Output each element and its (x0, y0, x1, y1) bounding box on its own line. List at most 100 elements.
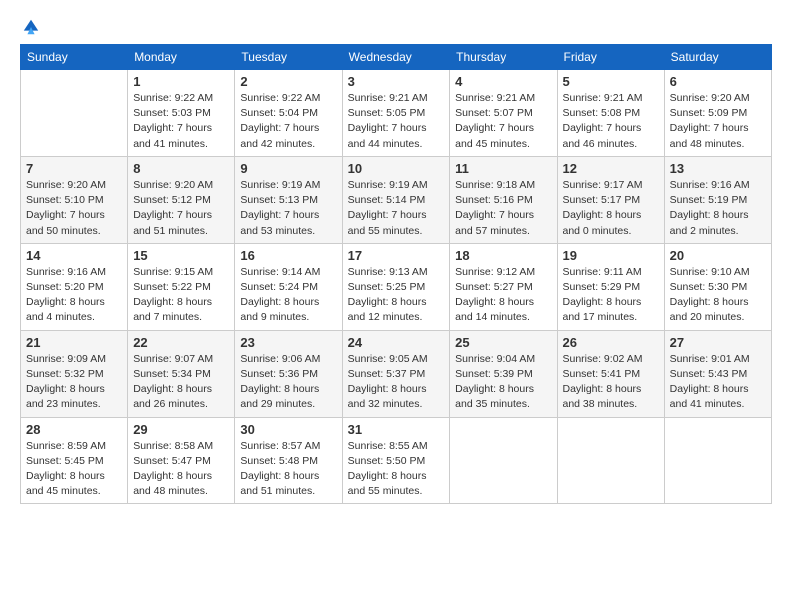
day-number: 2 (240, 74, 336, 89)
day-info: Sunrise: 9:21 AM Sunset: 5:07 PM Dayligh… (455, 91, 551, 152)
day-info: Sunrise: 8:55 AM Sunset: 5:50 PM Dayligh… (348, 439, 445, 500)
day-info: Sunrise: 9:21 AM Sunset: 5:08 PM Dayligh… (563, 91, 659, 152)
day-number: 16 (240, 248, 336, 263)
calendar-cell: 15 Sunrise: 9:15 AM Sunset: 5:22 PM Dayli… (128, 243, 235, 330)
week-row-1: 1 Sunrise: 9:22 AM Sunset: 5:03 PM Daylig… (21, 70, 772, 157)
day-number: 8 (133, 161, 229, 176)
calendar-cell: 5 Sunrise: 9:21 AM Sunset: 5:08 PM Daylig… (557, 70, 664, 157)
day-number: 22 (133, 335, 229, 350)
day-number: 17 (348, 248, 445, 263)
day-info: Sunrise: 9:20 AM Sunset: 5:12 PM Dayligh… (133, 178, 229, 239)
day-info: Sunrise: 9:19 AM Sunset: 5:13 PM Dayligh… (240, 178, 336, 239)
day-info: Sunrise: 9:18 AM Sunset: 5:16 PM Dayligh… (455, 178, 551, 239)
day-info: Sunrise: 9:04 AM Sunset: 5:39 PM Dayligh… (455, 352, 551, 413)
day-number: 30 (240, 422, 336, 437)
day-number: 13 (670, 161, 766, 176)
day-number: 12 (563, 161, 659, 176)
calendar-header-row: SundayMondayTuesdayWednesdayThursdayFrid… (21, 45, 772, 70)
day-number: 24 (348, 335, 445, 350)
day-number: 23 (240, 335, 336, 350)
calendar-cell: 11 Sunrise: 9:18 AM Sunset: 5:16 PM Dayli… (450, 156, 557, 243)
calendar-cell (21, 70, 128, 157)
logo-icon (22, 18, 40, 36)
calendar-cell (664, 417, 771, 504)
calendar-cell: 16 Sunrise: 9:14 AM Sunset: 5:24 PM Dayli… (235, 243, 342, 330)
calendar-cell: 8 Sunrise: 9:20 AM Sunset: 5:12 PM Daylig… (128, 156, 235, 243)
day-header-thursday: Thursday (450, 45, 557, 70)
calendar-cell: 2 Sunrise: 9:22 AM Sunset: 5:04 PM Daylig… (235, 70, 342, 157)
calendar-cell: 23 Sunrise: 9:06 AM Sunset: 5:36 PM Dayli… (235, 330, 342, 417)
day-header-saturday: Saturday (664, 45, 771, 70)
day-number: 4 (455, 74, 551, 89)
calendar-cell: 22 Sunrise: 9:07 AM Sunset: 5:34 PM Dayli… (128, 330, 235, 417)
calendar-cell: 29 Sunrise: 8:58 AM Sunset: 5:47 PM Dayli… (128, 417, 235, 504)
day-number: 14 (26, 248, 122, 263)
calendar-cell: 31 Sunrise: 8:55 AM Sunset: 5:50 PM Dayli… (342, 417, 450, 504)
logo (20, 18, 40, 36)
calendar-cell: 7 Sunrise: 9:20 AM Sunset: 5:10 PM Daylig… (21, 156, 128, 243)
day-info: Sunrise: 9:09 AM Sunset: 5:32 PM Dayligh… (26, 352, 122, 413)
day-info: Sunrise: 9:20 AM Sunset: 5:09 PM Dayligh… (670, 91, 766, 152)
calendar-cell: 30Sunrise: 8:57 AM Sunset: 5:48 PM Dayli… (235, 417, 342, 504)
day-number: 18 (455, 248, 551, 263)
day-info: Sunrise: 8:58 AM Sunset: 5:47 PM Dayligh… (133, 439, 229, 500)
day-info: Sunrise: 9:14 AM Sunset: 5:24 PM Dayligh… (240, 265, 336, 326)
day-info: Sunrise: 9:16 AM Sunset: 5:20 PM Dayligh… (26, 265, 122, 326)
day-info: Sunrise: 9:06 AM Sunset: 5:36 PM Dayligh… (240, 352, 336, 413)
day-info: Sunrise: 9:21 AM Sunset: 5:05 PM Dayligh… (348, 91, 445, 152)
day-info: Sunrise: 8:59 AM Sunset: 5:45 PM Dayligh… (26, 439, 122, 500)
calendar-cell: 27 Sunrise: 9:01 AM Sunset: 5:43 PM Dayli… (664, 330, 771, 417)
day-info: Sunrise: 9:12 AM Sunset: 5:27 PM Dayligh… (455, 265, 551, 326)
day-number: 19 (563, 248, 659, 263)
day-number: 7 (26, 161, 122, 176)
day-header-wednesday: Wednesday (342, 45, 450, 70)
day-number: 21 (26, 335, 122, 350)
day-number: 20 (670, 248, 766, 263)
calendar-cell: 17 Sunrise: 9:13 AM Sunset: 5:25 PM Dayli… (342, 243, 450, 330)
day-number: 28 (26, 422, 122, 437)
day-info: Sunrise: 9:13 AM Sunset: 5:25 PM Dayligh… (348, 265, 445, 326)
day-header-monday: Monday (128, 45, 235, 70)
day-number: 5 (563, 74, 659, 89)
calendar-cell: 1 Sunrise: 9:22 AM Sunset: 5:03 PM Daylig… (128, 70, 235, 157)
day-header-tuesday: Tuesday (235, 45, 342, 70)
day-number: 15 (133, 248, 229, 263)
calendar-cell: 25 Sunrise: 9:04 AM Sunset: 5:39 PM Dayli… (450, 330, 557, 417)
day-number: 10 (348, 161, 445, 176)
day-number: 27 (670, 335, 766, 350)
calendar-cell: 3 Sunrise: 9:21 AM Sunset: 5:05 PM Daylig… (342, 70, 450, 157)
calendar-cell: 10 Sunrise: 9:19 AM Sunset: 5:14 PM Dayli… (342, 156, 450, 243)
day-number: 26 (563, 335, 659, 350)
day-number: 29 (133, 422, 229, 437)
day-info: Sunrise: 9:16 AM Sunset: 5:19 PM Dayligh… (670, 178, 766, 239)
day-info: Sunrise: 9:20 AM Sunset: 5:10 PM Dayligh… (26, 178, 122, 239)
calendar-cell: 14 Sunrise: 9:16 AM Sunset: 5:20 PM Dayli… (21, 243, 128, 330)
header (20, 18, 772, 36)
day-info: Sunrise: 9:01 AM Sunset: 5:43 PM Dayligh… (670, 352, 766, 413)
day-info: Sunrise: 9:15 AM Sunset: 5:22 PM Dayligh… (133, 265, 229, 326)
calendar-cell: 4 Sunrise: 9:21 AM Sunset: 5:07 PM Daylig… (450, 70, 557, 157)
week-row-3: 14 Sunrise: 9:16 AM Sunset: 5:20 PM Dayli… (21, 243, 772, 330)
calendar-cell: 24 Sunrise: 9:05 AM Sunset: 5:37 PM Dayli… (342, 330, 450, 417)
day-number: 3 (348, 74, 445, 89)
day-info: Sunrise: 9:10 AM Sunset: 5:30 PM Dayligh… (670, 265, 766, 326)
calendar-cell: 26Sunrise: 9:02 AM Sunset: 5:41 PM Dayli… (557, 330, 664, 417)
calendar-cell: 6Sunrise: 9:20 AM Sunset: 5:09 PM Daylig… (664, 70, 771, 157)
page: SundayMondayTuesdayWednesdayThursdayFrid… (0, 0, 792, 612)
calendar-cell (557, 417, 664, 504)
calendar-cell: 19Sunrise: 9:11 AM Sunset: 5:29 PM Dayli… (557, 243, 664, 330)
day-number: 25 (455, 335, 551, 350)
day-header-sunday: Sunday (21, 45, 128, 70)
day-info: Sunrise: 9:05 AM Sunset: 5:37 PM Dayligh… (348, 352, 445, 413)
week-row-2: 7 Sunrise: 9:20 AM Sunset: 5:10 PM Daylig… (21, 156, 772, 243)
calendar-cell: 12Sunrise: 9:17 AM Sunset: 5:17 PM Dayli… (557, 156, 664, 243)
day-number: 1 (133, 74, 229, 89)
day-info: Sunrise: 9:19 AM Sunset: 5:14 PM Dayligh… (348, 178, 445, 239)
day-number: 31 (348, 422, 445, 437)
day-number: 11 (455, 161, 551, 176)
calendar-cell (450, 417, 557, 504)
day-header-friday: Friday (557, 45, 664, 70)
day-info: Sunrise: 9:22 AM Sunset: 5:04 PM Dayligh… (240, 91, 336, 152)
day-info: Sunrise: 9:22 AM Sunset: 5:03 PM Dayligh… (133, 91, 229, 152)
day-info: Sunrise: 9:07 AM Sunset: 5:34 PM Dayligh… (133, 352, 229, 413)
